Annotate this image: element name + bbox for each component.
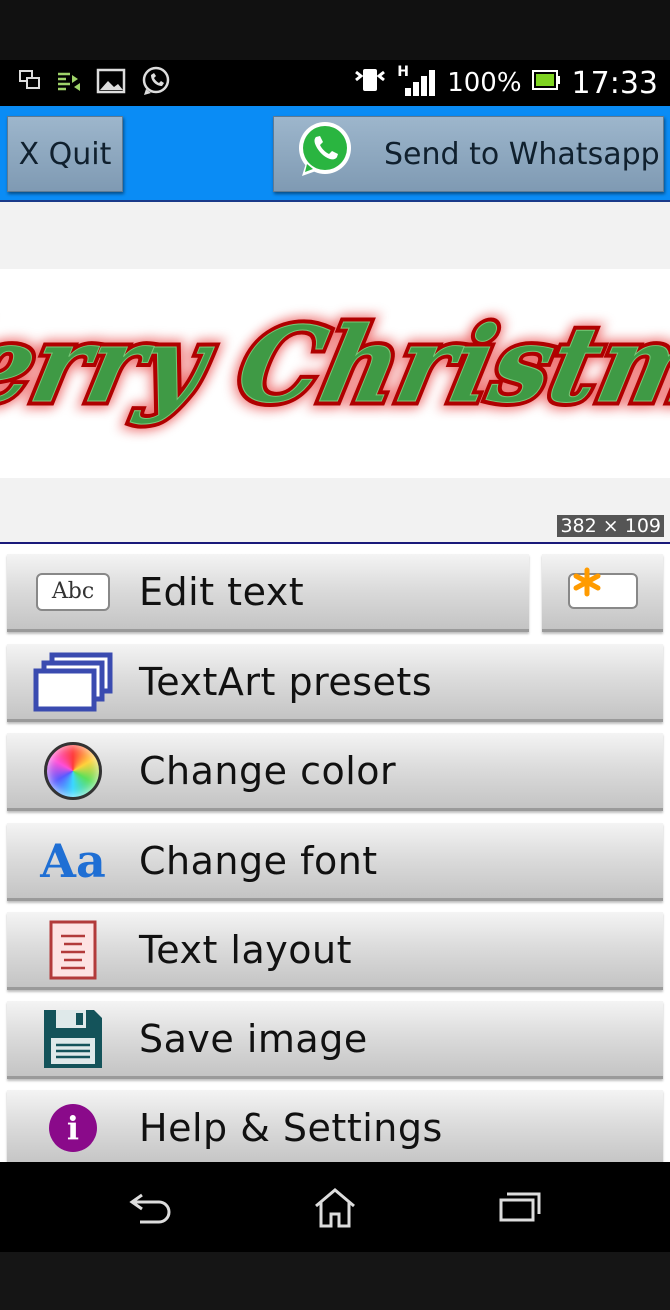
- quit-label: X Quit: [18, 136, 112, 172]
- whatsapp-icon: [140, 65, 172, 101]
- text-layout-icon: [7, 920, 139, 980]
- font-icon-text: Aa: [40, 833, 106, 888]
- abc-icon: Abc: [7, 572, 139, 611]
- edit-text-button[interactable]: Abc Edit text: [7, 554, 529, 632]
- clock: 17:33: [571, 65, 658, 101]
- send-to-whatsapp-button[interactable]: Send to Whatsapp: [273, 116, 664, 192]
- quit-button[interactable]: X Quit: [7, 116, 123, 192]
- help-settings-label: Help & Settings: [139, 1105, 443, 1150]
- action-bar: X Quit Send to Whatsapp: [0, 106, 670, 202]
- bottom-bezel: [0, 1252, 670, 1310]
- help-settings-button[interactable]: i Help & Settings: [7, 1090, 663, 1162]
- textart-fill: Merry Christmas: [0, 303, 670, 426]
- textart-presets-button[interactable]: TextArt presets: [7, 644, 663, 722]
- transfer-icon: [56, 69, 82, 97]
- font-icon: Aa: [7, 834, 139, 888]
- save-image-label: Save image: [139, 1016, 368, 1061]
- edit-text-label: Edit text: [139, 569, 305, 614]
- asterisk-field-icon: [565, 566, 641, 618]
- status-bar: H 100% 17:33: [0, 60, 670, 106]
- change-font-button[interactable]: Aa Change font: [7, 823, 663, 901]
- menu-list: Abc Edit text TextArt presets Change col…: [0, 544, 670, 1162]
- text-layout-label: Text layout: [139, 927, 352, 972]
- top-bezel: [0, 0, 670, 60]
- info-icon-text: i: [49, 1103, 97, 1152]
- back-icon: [126, 1189, 174, 1229]
- home-button[interactable]: [305, 1187, 365, 1231]
- text-layout-button[interactable]: Text layout: [7, 912, 663, 990]
- change-color-label: Change color: [139, 748, 397, 793]
- floppy-icon: [7, 1008, 139, 1070]
- abc-icon-text: Abc: [36, 572, 110, 611]
- textart-image: Merry Christmas Merry Christmas Merry Ch…: [0, 296, 670, 433]
- screens-icon: [18, 69, 42, 97]
- whatsapp-logo-icon: [294, 119, 356, 189]
- recents-icon: [497, 1190, 543, 1228]
- recents-button[interactable]: [490, 1187, 550, 1231]
- color-wheel-icon: [7, 741, 139, 800]
- info-icon: i: [7, 1103, 139, 1152]
- special-characters-button[interactable]: [542, 554, 663, 632]
- battery-icon: [531, 68, 562, 98]
- image-dimensions: 382 × 109: [557, 515, 664, 537]
- send-to-whatsapp-label: Send to Whatsapp: [384, 136, 660, 172]
- image-icon: [96, 67, 126, 99]
- battery-percent: 100%: [447, 68, 522, 98]
- textart-preview: Merry Christmas Merry Christmas Merry Ch…: [0, 202, 670, 544]
- change-color-button[interactable]: Change color: [7, 733, 663, 811]
- navigation-bar: [0, 1162, 670, 1252]
- home-icon: [312, 1186, 358, 1232]
- back-button[interactable]: [120, 1187, 180, 1231]
- signal-icon: H: [397, 64, 437, 98]
- change-font-label: Change font: [139, 838, 378, 883]
- preview-canvas[interactable]: Merry Christmas Merry Christmas Merry Ch…: [0, 269, 670, 478]
- textart-presets-label: TextArt presets: [139, 659, 433, 704]
- vibrate-icon: [353, 66, 387, 101]
- presets-icon: [7, 651, 139, 713]
- save-image-button[interactable]: Save image: [7, 1001, 663, 1079]
